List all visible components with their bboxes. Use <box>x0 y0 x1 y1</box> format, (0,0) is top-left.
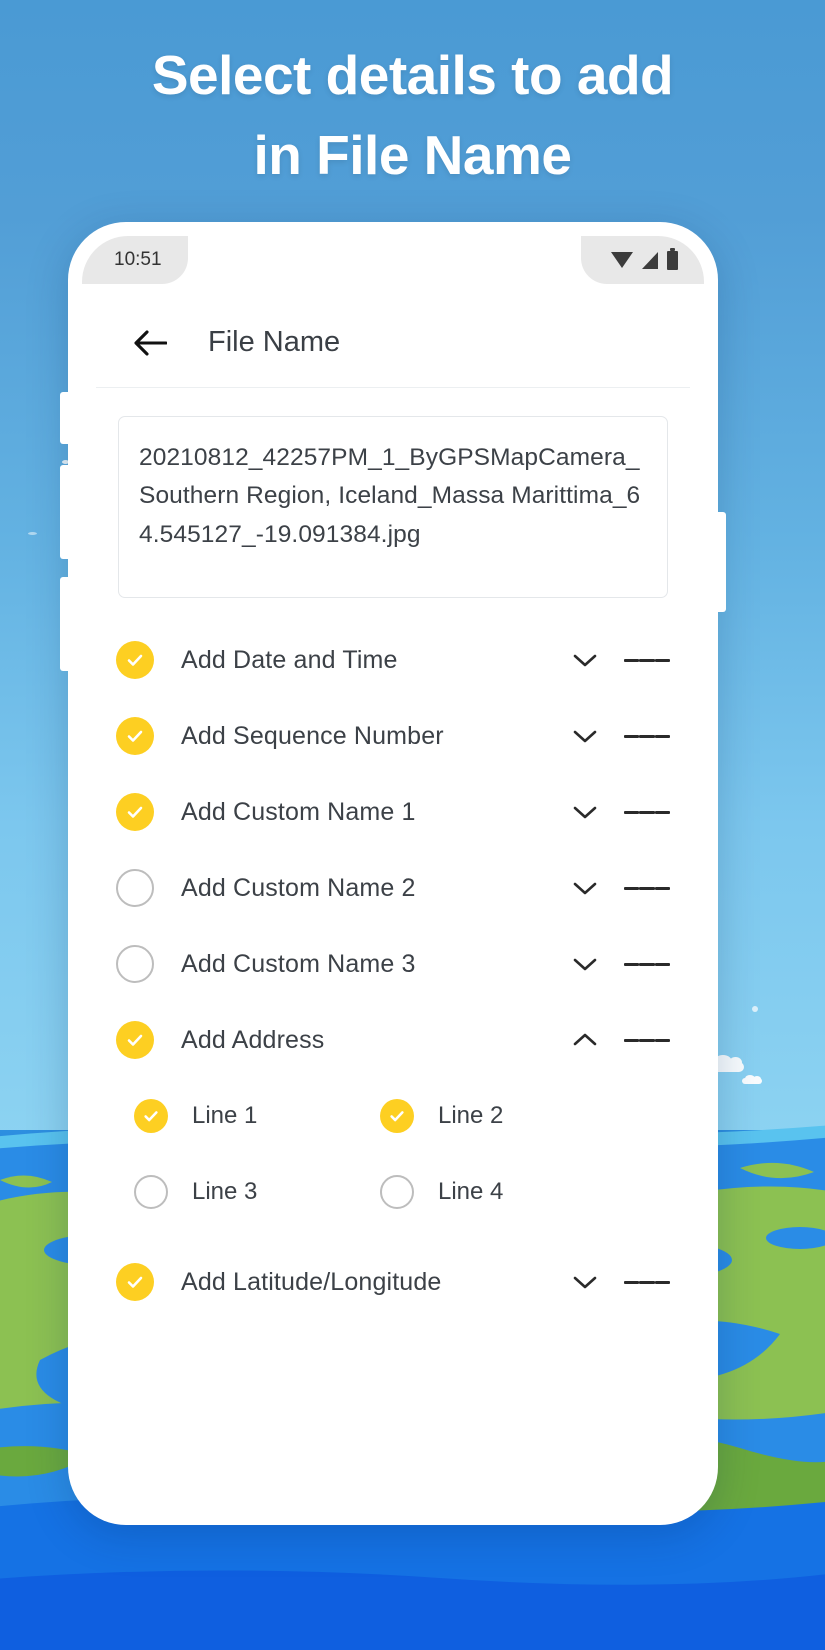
option-label: Add Date and Time <box>181 645 398 674</box>
option-label: Add Custom Name 1 <box>181 797 416 826</box>
drag-handle-icon[interactable] <box>624 959 670 969</box>
checkbox-line-1[interactable] <box>134 1099 168 1133</box>
option-row-add-latitude-longitude[interactable]: Add Latitude/Longitude <box>82 1244 704 1320</box>
option-row-add-custom-name-1[interactable]: Add Custom Name 1 <box>82 774 704 850</box>
address-line-label: Line 3 <box>192 1178 258 1205</box>
headline-line-1: Select details to add <box>151 44 674 106</box>
drag-handle-icon[interactable] <box>624 807 670 817</box>
phone-power-button <box>716 512 726 612</box>
option-row-add-custom-name-2[interactable]: Add Custom Name 2 <box>82 850 704 926</box>
checkbox-add-date-and-time[interactable] <box>116 641 154 679</box>
address-lines-row-1: Line 1 Line 2 <box>82 1078 704 1154</box>
filename-preview-text: 20210812_42257PM_1_ByGPSMapCamera_Southe… <box>139 444 641 548</box>
back-arrow-icon[interactable] <box>128 321 172 365</box>
chevron-down-icon[interactable] <box>568 956 602 972</box>
option-label: Add Address <box>181 1025 325 1054</box>
wifi-icon <box>611 252 633 268</box>
checkbox-add-custom-name-2[interactable] <box>116 869 154 907</box>
drag-handle-icon[interactable] <box>624 655 670 665</box>
phone-side-button <box>60 392 70 444</box>
option-label: Add Sequence Number <box>181 721 444 750</box>
checkbox-add-custom-name-3[interactable] <box>116 945 154 983</box>
option-label: Add Latitude/Longitude <box>181 1267 442 1296</box>
signal-icon <box>642 251 658 269</box>
promo-headline: Select details to add in File Name <box>0 36 825 196</box>
checkbox-line-4[interactable] <box>380 1175 414 1209</box>
drag-handle-icon[interactable] <box>624 1035 670 1045</box>
checkbox-add-sequence-number[interactable] <box>116 717 154 755</box>
checkbox-add-custom-name-1[interactable] <box>116 793 154 831</box>
drag-handle-icon[interactable] <box>624 883 670 893</box>
option-row-add-custom-name-3[interactable]: Add Custom Name 3 <box>82 926 704 1002</box>
option-row-add-address[interactable]: Add Address <box>82 1002 704 1078</box>
chevron-down-icon[interactable] <box>568 728 602 744</box>
address-line-label: Line 1 <box>192 1102 258 1129</box>
headline-line-2: in File Name <box>253 123 572 186</box>
address-line-label: Line 2 <box>438 1102 504 1129</box>
address-lines-row-2: Line 3 Line 4 <box>82 1154 704 1230</box>
address-line-4[interactable]: Line 4 <box>380 1175 626 1209</box>
sparkle-dot <box>28 532 37 535</box>
address-line-label: Line 4 <box>438 1178 504 1205</box>
page-title: File Name <box>208 326 341 358</box>
chevron-down-icon[interactable] <box>568 1274 602 1290</box>
status-bar-clock: 10:51 <box>114 249 162 270</box>
filename-preview-box[interactable]: 20210812_42257PM_1_ByGPSMapCamera_Southe… <box>118 416 668 598</box>
address-line-3[interactable]: Line 3 <box>134 1175 380 1209</box>
chevron-down-icon[interactable] <box>568 804 602 820</box>
option-row-add-date-and-time[interactable]: Add Date and Time <box>82 622 704 698</box>
checkbox-line-3[interactable] <box>134 1175 168 1209</box>
status-bar-left: 10:51 <box>82 236 188 284</box>
drag-handle-icon[interactable] <box>624 731 670 741</box>
phone-volume-down-button <box>60 577 70 671</box>
address-line-1[interactable]: Line 1 <box>134 1099 380 1133</box>
drag-handle-icon[interactable] <box>624 1277 670 1287</box>
status-bar: 10:51 <box>82 236 704 298</box>
chevron-up-icon[interactable] <box>568 1032 602 1048</box>
option-label: Add Custom Name 3 <box>181 949 416 978</box>
battery-icon <box>667 247 678 270</box>
sparkle-dot <box>752 1006 758 1012</box>
cloud-icon <box>742 1075 762 1084</box>
checkbox-add-address[interactable] <box>116 1021 154 1059</box>
phone-screen: 10:51 File Name 20210812_42257PM_1_ByGPS… <box>82 236 704 1511</box>
checkbox-line-2[interactable] <box>380 1099 414 1133</box>
options-list: Add Date and Time Add Sequence Number Ad… <box>82 622 704 1320</box>
chevron-down-icon[interactable] <box>568 652 602 668</box>
status-bar-right <box>581 236 704 284</box>
option-row-add-sequence-number[interactable]: Add Sequence Number <box>82 698 704 774</box>
chevron-down-icon[interactable] <box>568 880 602 896</box>
phone-mockup: 10:51 File Name 20210812_42257PM_1_ByGPS… <box>60 222 726 1525</box>
option-label: Add Custom Name 2 <box>181 873 416 902</box>
phone-volume-up-button <box>60 465 70 559</box>
app-bar: File Name <box>96 298 690 388</box>
address-line-2[interactable]: Line 2 <box>380 1099 626 1133</box>
checkbox-add-latitude-longitude[interactable] <box>116 1263 154 1301</box>
